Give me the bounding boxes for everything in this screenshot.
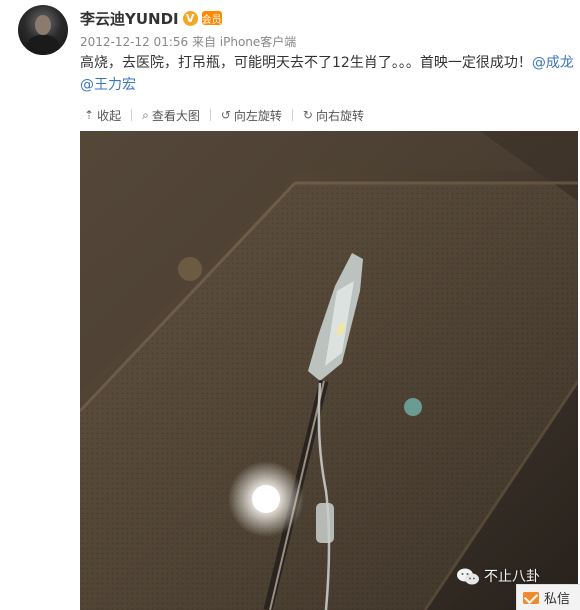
- lens-flare: [404, 398, 422, 416]
- post-meta: 2012-12-12 01:56 来自 iPhone客户端: [80, 33, 296, 50]
- toolbar-divider: [291, 109, 293, 121]
- rotate-left-label: 向左旋转: [233, 108, 282, 123]
- ceiling-light-core: [252, 485, 280, 513]
- avatar[interactable]: [18, 5, 68, 55]
- collapse-button[interactable]: ⇡ 收起: [80, 107, 125, 124]
- toolbar-divider: [209, 109, 211, 121]
- username[interactable]: 李云迪YUNDI: [80, 8, 179, 29]
- toolbar-divider: [131, 109, 133, 121]
- vip-icon[interactable]: 会员: [201, 11, 222, 26]
- rotate-right-label: 向右旋转: [315, 108, 364, 123]
- timestamp[interactable]: 2012-12-12 01:56: [80, 35, 188, 49]
- post-body: 高烧，去医院，打吊瓶，可能明天去不了12生肖了。。。首映一定很成功！: [80, 55, 532, 71]
- envelope-icon: [523, 591, 539, 604]
- reflection-spot: [178, 257, 202, 281]
- collapse-label: 收起: [97, 108, 122, 123]
- rotate-right-icon: ↻: [302, 108, 313, 122]
- mention-link-2[interactable]: @王力宏: [80, 77, 136, 93]
- rotate-left-icon: ↺: [220, 108, 231, 122]
- post-photo[interactable]: [80, 131, 578, 610]
- watermark: 不止八卦: [456, 566, 540, 586]
- view-large-label: 查看大图: [151, 108, 200, 123]
- rotate-right-button[interactable]: ↻ 向右旋转: [299, 107, 368, 124]
- wechat-icon: [457, 568, 479, 584]
- rotate-left-button[interactable]: ↺ 向左旋转: [217, 107, 286, 124]
- avatar-face: [35, 15, 51, 35]
- watermark-text: 不止八卦: [484, 569, 540, 585]
- private-message-button[interactable]: 私信: [516, 584, 580, 610]
- photo-scene: [80, 131, 578, 610]
- post-text: 高烧，去医院，打吊瓶，可能明天去不了12生肖了。。。首映一定很成功！@成龙 @王…: [80, 52, 575, 96]
- drip-chamber: [316, 503, 334, 543]
- image-toolbar: ⇡ 收起 ⌕ 查看大图 ↺ 向左旋转 ↻ 向右旋转: [80, 103, 368, 127]
- verified-icon[interactable]: V: [182, 10, 198, 26]
- private-message-label: 私信: [544, 592, 571, 607]
- up-arrow-icon: ⇡: [84, 108, 95, 122]
- mention-link-1[interactable]: @成龙: [532, 55, 574, 71]
- name-row: 李云迪YUNDI V 会员: [80, 7, 222, 29]
- zoom-icon: ⌕: [142, 107, 149, 122]
- weibo-post: 李云迪YUNDI V 会员 2012-12-12 01:56 来自 iPhone…: [0, 0, 580, 610]
- avatar-suit: [26, 35, 60, 55]
- post-source: 来自 iPhone客户端: [191, 35, 297, 49]
- view-large-button[interactable]: ⌕ 查看大图: [138, 107, 204, 124]
